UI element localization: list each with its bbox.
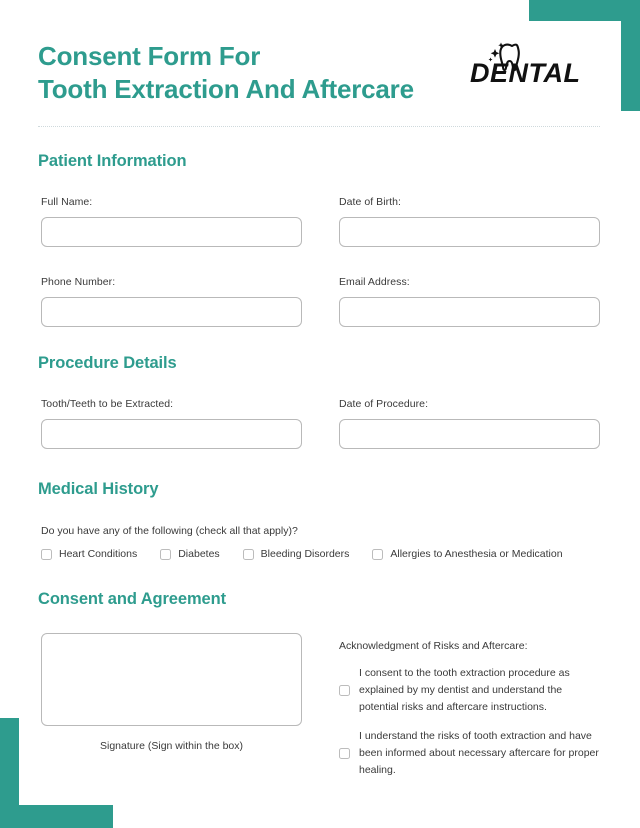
- signature-caption: Signature (Sign within the box): [100, 740, 243, 752]
- label-date-of-procedure: Date of Procedure:: [339, 398, 429, 410]
- checkbox-bleeding-disorders[interactable]: [242, 548, 254, 560]
- acknowledgment-item-consent[interactable]: I consent to the tooth extraction proced…: [339, 665, 601, 716]
- section-heading-procedure-details: Procedure Details: [38, 354, 177, 372]
- label-phone-number: Phone Number:: [41, 276, 116, 288]
- input-phone-number[interactable]: [41, 297, 302, 327]
- checkbox-item-allergies[interactable]: Allergies to Anesthesia or Medication: [372, 548, 563, 560]
- checkbox-diabetes[interactable]: [160, 548, 172, 560]
- medical-history-options: Heart Conditions Diabetes Bleeding Disor…: [41, 548, 563, 560]
- consent-form-page: Consent Form For Tooth Extraction And Af…: [0, 0, 640, 828]
- checkbox-label-bleeding-disorders: Bleeding Disorders: [260, 548, 350, 560]
- section-heading-patient-information: Patient Information: [38, 152, 187, 170]
- checkbox-heart-conditions[interactable]: [41, 548, 52, 560]
- acknowledgment-text-consent: I consent to the tooth extraction proced…: [359, 667, 570, 713]
- section-heading-consent-and-agreement: Consent and Agreement: [38, 590, 226, 608]
- page-title-line-2: Tooth Extraction And Aftercare: [38, 74, 414, 105]
- input-date-of-birth[interactable]: [339, 217, 600, 247]
- input-teeth-to-extract[interactable]: [41, 419, 302, 449]
- decoration-right-bar: [621, 0, 640, 111]
- label-date-of-birth: Date of Birth:: [339, 196, 401, 208]
- checkbox-item-heart-conditions[interactable]: Heart Conditions: [41, 548, 137, 560]
- signature-canvas[interactable]: [41, 633, 302, 726]
- dental-logo: DENTAL: [468, 40, 590, 92]
- page-title: Consent Form For Tooth Extraction And Af…: [38, 40, 468, 107]
- checkbox-label-allergies: Allergies to Anesthesia or Medication: [390, 548, 563, 560]
- label-teeth-to-extract: Tooth/Teeth to be Extracted:: [41, 398, 174, 410]
- page-title-line-1: Consent Form For: [38, 41, 261, 71]
- input-date-of-procedure[interactable]: [339, 419, 600, 449]
- checkbox-acknowledgment-consent[interactable]: [339, 685, 350, 696]
- input-full-name[interactable]: [41, 217, 302, 247]
- label-email-address: Email Address:: [339, 276, 410, 288]
- checkbox-acknowledgment-risks[interactable]: [339, 748, 350, 759]
- section-heading-medical-history: Medical History: [38, 480, 159, 498]
- checkbox-label-diabetes: Diabetes: [178, 548, 220, 560]
- svg-text:DENTAL: DENTAL: [470, 58, 581, 88]
- header-divider: [38, 126, 600, 127]
- checkbox-label-heart-conditions: Heart Conditions: [59, 548, 138, 560]
- medical-history-question: Do you have any of the following (check …: [41, 525, 298, 537]
- acknowledgment-item-risks[interactable]: I understand the risks of tooth extracti…: [339, 728, 601, 779]
- acknowledgment-text-risks: I understand the risks of tooth extracti…: [359, 730, 599, 776]
- checkbox-item-diabetes[interactable]: Diabetes: [160, 548, 220, 560]
- label-full-name: Full Name:: [41, 196, 93, 208]
- checkbox-item-bleeding-disorders[interactable]: Bleeding Disorders: [242, 548, 350, 560]
- decoration-bottom-bar: [0, 805, 113, 828]
- acknowledgment-title: Acknowledgment of Risks and Aftercare:: [339, 640, 528, 652]
- input-email-address[interactable]: [339, 297, 600, 327]
- checkbox-allergies[interactable]: [372, 548, 384, 560]
